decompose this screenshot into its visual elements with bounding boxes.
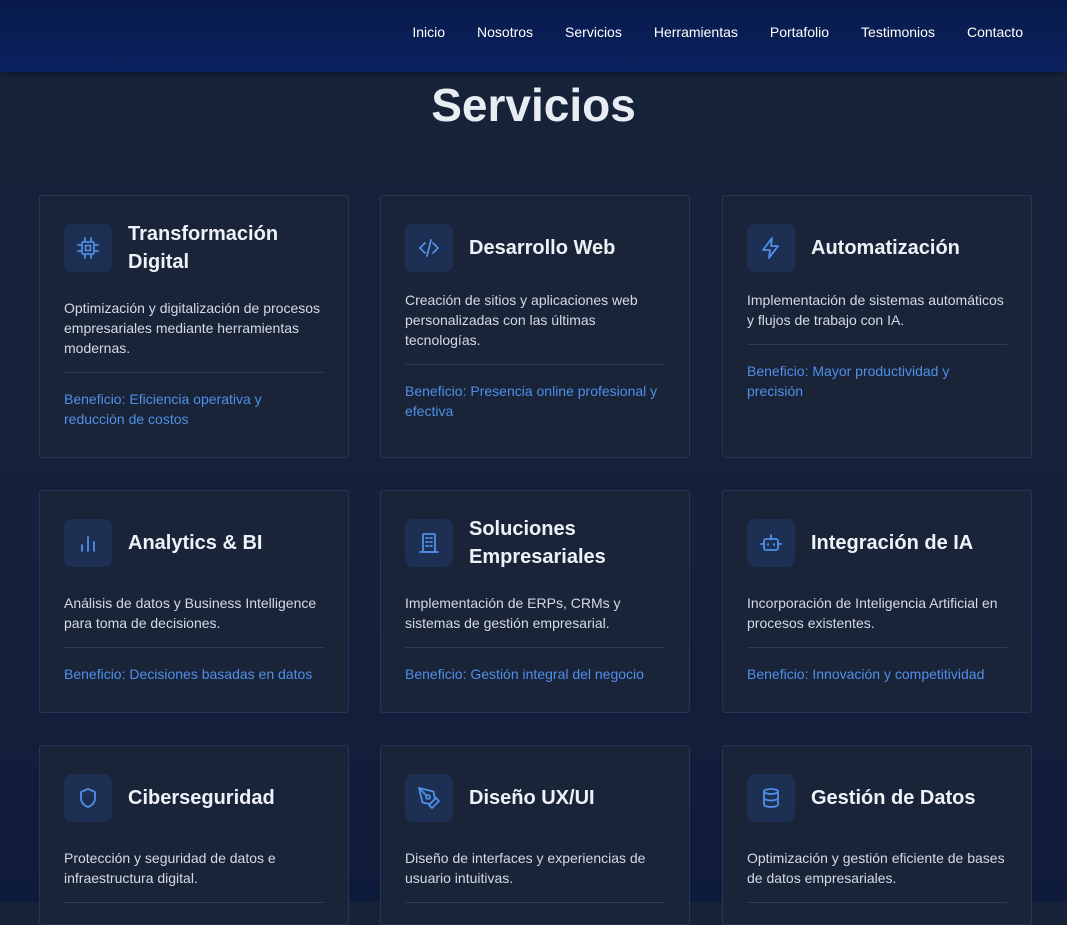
card-divider bbox=[405, 902, 665, 903]
pen-tool-icon bbox=[405, 774, 453, 822]
card-description: Diseño de interfaces y experiencias de u… bbox=[405, 850, 646, 886]
service-card-desarrollo-web[interactable]: Desarrollo Web Creación de sitios y apli… bbox=[380, 195, 690, 458]
card-description: Creación de sitios y aplicaciones web pe… bbox=[405, 292, 638, 348]
card-benefit: Beneficio: Eficiencia operativa y reducc… bbox=[64, 391, 262, 427]
service-card-transformacion-digital[interactable]: Transformación Digital Optimización y di… bbox=[39, 195, 349, 458]
card-benefit: Beneficio: Decisiones basadas en datos bbox=[64, 666, 313, 682]
nav-link-testimonios[interactable]: Testimonios bbox=[861, 24, 935, 40]
card-description: Implementación de ERPs, CRMs y sistemas … bbox=[405, 595, 621, 631]
card-title: Gestión de Datos bbox=[811, 787, 976, 809]
building-icon bbox=[405, 519, 453, 567]
card-description: Optimización y gestión eficiente de base… bbox=[747, 850, 1005, 886]
card-title: Ciberseguridad bbox=[128, 787, 275, 809]
card-title: Soluciones Empresariales bbox=[469, 518, 606, 568]
lightning-icon bbox=[747, 224, 795, 272]
card-title: Analytics & BI bbox=[128, 532, 263, 554]
card-divider bbox=[64, 372, 324, 373]
nav-link-nosotros[interactable]: Nosotros bbox=[477, 24, 533, 40]
nav-menu: Inicio Nosotros Servicios Herramientas P… bbox=[412, 24, 1023, 40]
service-card-diseno-ux-ui[interactable]: Diseño UX/UI Diseño de interfaces y expe… bbox=[380, 745, 690, 925]
card-divider bbox=[64, 647, 324, 648]
service-card-soluciones-empresariales[interactable]: Soluciones Empresariales Implementación … bbox=[380, 490, 690, 713]
navbar: Inicio Nosotros Servicios Herramientas P… bbox=[0, 0, 1067, 72]
cpu-icon bbox=[64, 224, 112, 272]
card-benefit: Beneficio: Gestión integral del negocio bbox=[405, 666, 644, 682]
card-title: Diseño UX/UI bbox=[469, 787, 595, 809]
card-title: Transformación Digital bbox=[128, 223, 279, 273]
card-description: Protección y seguridad de datos e infrae… bbox=[64, 850, 276, 886]
service-card-gestion-de-datos[interactable]: Gestión de Datos Optimización y gestión … bbox=[722, 745, 1032, 925]
nav-link-herramientas[interactable]: Herramientas bbox=[654, 24, 738, 40]
bar-chart-icon bbox=[64, 519, 112, 567]
card-description: Incorporación de Inteligencia Artificial… bbox=[747, 595, 998, 631]
bot-icon bbox=[747, 519, 795, 567]
code-icon bbox=[405, 224, 453, 272]
card-benefit: Beneficio: Presencia online profesional … bbox=[405, 383, 658, 419]
card-description: Optimización y digitalización de proceso… bbox=[64, 300, 321, 356]
card-benefit: Beneficio: Innovación y competitividad bbox=[747, 666, 985, 682]
nav-link-portafolio[interactable]: Portafolio bbox=[770, 24, 829, 40]
database-icon bbox=[747, 774, 795, 822]
card-description: Análisis de datos y Business Intelligenc… bbox=[64, 595, 317, 631]
card-divider bbox=[747, 344, 1007, 345]
service-card-automatizacion[interactable]: Automatización Implementación de sistema… bbox=[722, 195, 1032, 458]
nav-link-contacto[interactable]: Contacto bbox=[967, 24, 1023, 40]
service-card-analytics-bi[interactable]: Analytics & BI Análisis de datos y Busin… bbox=[39, 490, 349, 713]
shield-icon bbox=[64, 774, 112, 822]
card-divider bbox=[405, 647, 665, 648]
section-title: Servicios bbox=[431, 79, 636, 131]
service-card-ciberseguridad[interactable]: Ciberseguridad Protección y seguridad de… bbox=[39, 745, 349, 925]
service-card-integracion-ia[interactable]: Integración de IA Incorporación de Intel… bbox=[722, 490, 1032, 713]
card-title: Automatización bbox=[811, 237, 960, 259]
card-divider bbox=[747, 647, 1007, 648]
card-benefit: Beneficio: Mayor productividad y precisi… bbox=[747, 363, 950, 399]
card-title: Desarrollo Web bbox=[469, 237, 616, 259]
card-description: Implementación de sistemas automáticos y… bbox=[747, 292, 1004, 328]
card-divider bbox=[405, 364, 665, 365]
nav-link-inicio[interactable]: Inicio bbox=[412, 24, 445, 40]
card-divider bbox=[64, 902, 324, 903]
nav-link-servicios[interactable]: Servicios bbox=[565, 24, 622, 40]
card-divider bbox=[747, 902, 1007, 903]
card-title: Integración de IA bbox=[811, 532, 974, 554]
